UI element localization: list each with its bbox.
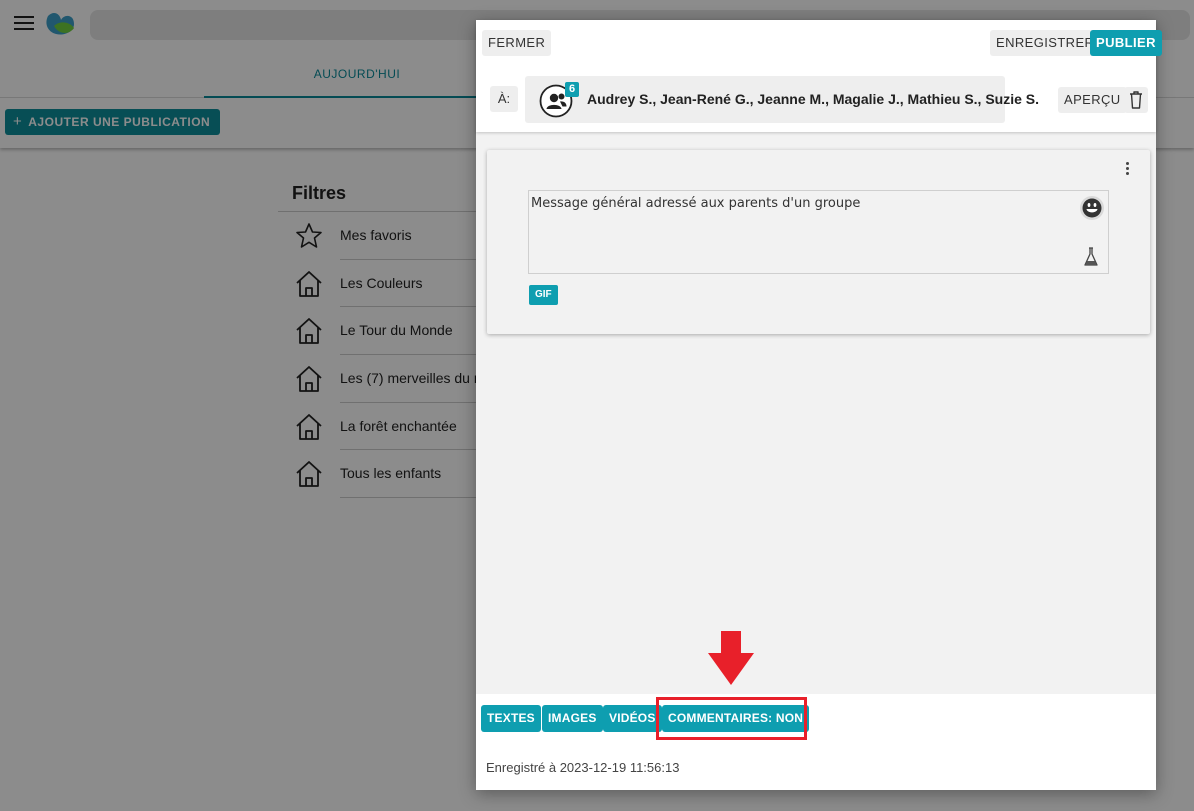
modal-header: FERMER ENREGISTRER PUBLIER À: 6 Audrey S… bbox=[476, 20, 1162, 132]
publish-button[interactable]: PUBLIER bbox=[1090, 30, 1162, 56]
message-card: Message général adressé aux parents d'un… bbox=[487, 150, 1150, 334]
trash-icon bbox=[1130, 91, 1142, 109]
images-button[interactable]: IMAGES bbox=[542, 705, 603, 732]
modal-footer: TEXTES IMAGES VIDÉOS COMMENTAIRES: NON E… bbox=[476, 694, 1156, 790]
to-label: À: bbox=[490, 86, 518, 112]
recipient-names: Audrey S., Jean-René G., Jeanne M., Maga… bbox=[587, 91, 1040, 107]
message-textarea[interactable]: Message général adressé aux parents d'un… bbox=[528, 190, 1109, 274]
emoji-icon[interactable] bbox=[1079, 195, 1105, 221]
videos-button[interactable]: VIDÉOS bbox=[603, 705, 662, 732]
publication-editor-modal: FERMER ENREGISTRER PUBLIER À: 6 Audrey S… bbox=[476, 20, 1162, 790]
save-button[interactable]: ENREGISTRER bbox=[990, 30, 1101, 56]
annotation-arrow-icon bbox=[708, 631, 754, 685]
recipients-field[interactable]: 6 Audrey S., Jean-René G., Jeanne M., Ma… bbox=[525, 76, 1039, 123]
recipient-count-badge: 6 bbox=[565, 82, 579, 97]
message-text: Message général adressé aux parents d'un… bbox=[531, 196, 861, 211]
close-button[interactable]: FERMER bbox=[482, 30, 552, 56]
flask-icon[interactable] bbox=[1082, 245, 1100, 269]
annotation-highlight-box bbox=[656, 697, 807, 740]
more-options-icon[interactable] bbox=[1124, 162, 1130, 176]
delete-button[interactable] bbox=[1124, 87, 1148, 113]
gif-button[interactable]: GIF bbox=[529, 285, 558, 305]
texts-button[interactable]: TEXTES bbox=[481, 705, 541, 732]
saved-status: Enregistré à 2023-12-19 11:56:13 bbox=[486, 760, 680, 775]
preview-button[interactable]: APERÇU bbox=[1058, 87, 1127, 113]
